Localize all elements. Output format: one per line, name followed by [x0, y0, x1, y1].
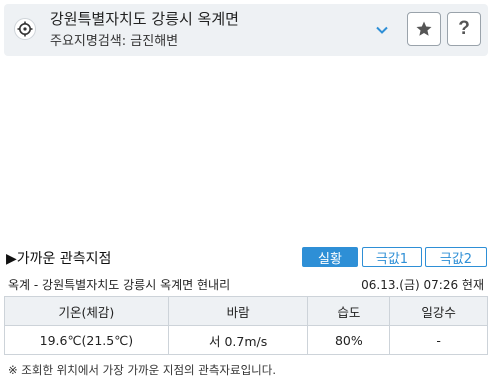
table-row: 19.6℃(21.5℃) 서 0.7m/s 80% - — [4, 325, 488, 355]
tab-extreme-1[interactable]: 극값1 — [362, 247, 422, 267]
landmark-search-text: 주요지명검색: 금진해변 — [50, 34, 179, 49]
favorite-button[interactable] — [407, 12, 441, 46]
crosshair-target-icon — [17, 21, 33, 37]
tab-extreme-2[interactable]: 극값2 — [425, 247, 487, 267]
header-humidity: 습도 — [307, 296, 391, 326]
question-mark-icon: ? — [458, 18, 470, 39]
observation-table: 기온(체감) 바람 습도 일강수 19.6℃(21.5℃) 서 0.7m/s 8… — [4, 296, 488, 355]
footnote: ※ 조회한 위치에서 가장 가까운 지점의 관측자료입니다. — [8, 363, 276, 377]
observation-time: 06.13.(금) 07:26 현재 — [361, 278, 484, 292]
help-button[interactable]: ? — [447, 12, 481, 46]
chevron-down-icon[interactable] — [374, 22, 390, 38]
header-temperature: 기온(체감) — [4, 296, 169, 326]
location-title[interactable]: 강원특별자치도 강릉시 옥계면 — [50, 8, 239, 29]
nearby-station-heading: ▶가까운 관측지점 — [6, 251, 112, 267]
current-location-button[interactable] — [14, 18, 36, 40]
humidity-value: 80% — [307, 325, 391, 355]
star-icon — [416, 21, 432, 36]
precipitation-value: - — [389, 325, 488, 355]
header-wind: 바람 — [167, 296, 309, 326]
station-name: 옥계 - 강원특별자치도 강릉시 옥계면 현내리 — [8, 278, 231, 292]
wind-value: 서 0.7m/s — [167, 325, 309, 355]
temperature-value: 19.6℃(21.5℃) — [4, 325, 169, 355]
tab-current[interactable]: 실황 — [302, 247, 358, 267]
table-header-row: 기온(체감) 바람 습도 일강수 — [4, 296, 488, 326]
header-daily-precipitation: 일강수 — [389, 296, 488, 326]
